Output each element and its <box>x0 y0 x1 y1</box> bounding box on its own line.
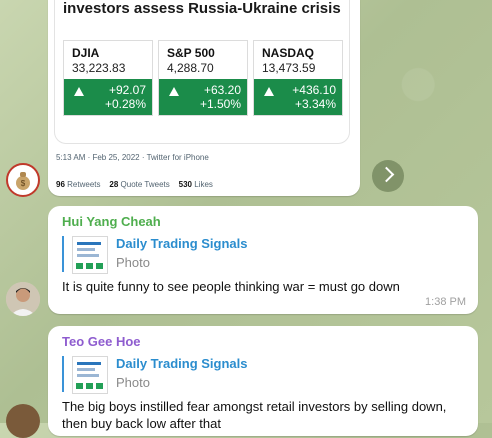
message-bubble[interactable]: Teo Gee Hoe Daily Trading Signals Photo … <box>48 326 478 436</box>
ticker-price: 4,288.70 <box>167 61 214 75</box>
ticker-price: 13,473.59 <box>262 61 316 75</box>
ticker-change-box: +92.07 +0.28% <box>64 79 152 115</box>
reply-subtitle: Photo <box>116 375 150 390</box>
sender-name[interactable]: Teo Gee Hoe <box>62 334 141 349</box>
channel-avatar[interactable]: $ <box>6 163 40 197</box>
forward-button[interactable] <box>372 160 404 192</box>
reply-thumbnail <box>72 356 108 394</box>
retweets-count: 96 <box>56 180 65 189</box>
ticker-percent: +1.50% <box>199 97 241 111</box>
tweet-stats: 96 Retweets 28 Quote Tweets 530 Likes <box>56 180 213 189</box>
retweets-label: Retweets <box>67 180 101 189</box>
message-text: The big boys instilled fear amongst reta… <box>62 399 447 431</box>
chevron-right-icon <box>378 166 395 183</box>
ticker-percent: +3.34% <box>294 97 336 111</box>
ticker-price: 33,223.83 <box>72 61 126 75</box>
reply-subtitle: Photo <box>116 255 150 270</box>
ticker-name: DJIA <box>72 46 100 60</box>
ticker-name: S&P 500 <box>167 46 215 60</box>
quotes-label: Quote Tweets <box>120 180 170 189</box>
user-avatar[interactable] <box>6 282 40 316</box>
tweet-headline: S&P 500 claws back from 2.6% loss as inv… <box>63 0 341 17</box>
ticker-change-box: +436.10 +3.34% <box>254 79 342 115</box>
reply-preview[interactable]: Daily Trading Signals Photo <box>62 236 302 274</box>
money-bag-icon: $ <box>16 172 30 190</box>
message-text: It is quite funny to see people thinking… <box>62 279 400 294</box>
quotes-count: 28 <box>109 180 119 189</box>
ticker-djia: DJIA 33,223.83 +92.07 +0.28% <box>63 40 153 116</box>
ticker-change: +63.20 <box>203 83 241 97</box>
ticker-sp500: S&P 500 4,288.70 +63.20 +1.50% <box>158 40 248 116</box>
ticker-change: +92.07 <box>108 83 146 97</box>
user-avatar[interactable] <box>6 404 40 438</box>
ticker-name: NASDAQ <box>262 46 315 60</box>
ticker-nasdaq: NASDAQ 13,473.59 +436.10 +3.34% <box>253 40 343 116</box>
ticker-change: +436.10 <box>292 83 336 97</box>
tweet-timestamp: 5:13 AM · Feb 25, 2022 · Twitter for iPh… <box>56 153 209 162</box>
ticker-percent: +0.28% <box>104 97 146 111</box>
reply-title: Daily Trading Signals <box>116 356 248 371</box>
arrow-up-icon <box>264 87 274 96</box>
reply-preview[interactable]: Daily Trading Signals Photo <box>62 356 302 394</box>
arrow-up-icon <box>169 87 179 96</box>
tweet-image[interactable]: S&P 500 claws back from 2.6% loss as inv… <box>54 0 350 144</box>
likes-count: 530 <box>178 180 192 189</box>
svg-text:$: $ <box>21 179 26 188</box>
message-time: 1:38 PM <box>425 296 466 308</box>
reply-thumbnail <box>72 236 108 274</box>
person-avatar-icon <box>6 282 40 316</box>
message-bubble[interactable]: Hui Yang Cheah Daily Trading Signals Pho… <box>48 206 478 314</box>
likes-label: Likes <box>194 180 213 189</box>
tweet-card[interactable]: S&P 500 claws back from 2.6% loss as inv… <box>48 0 360 196</box>
reply-title: Daily Trading Signals <box>116 236 248 251</box>
arrow-up-icon <box>74 87 84 96</box>
ticker-change-box: +63.20 +1.50% <box>159 79 247 115</box>
sender-name[interactable]: Hui Yang Cheah <box>62 214 161 229</box>
